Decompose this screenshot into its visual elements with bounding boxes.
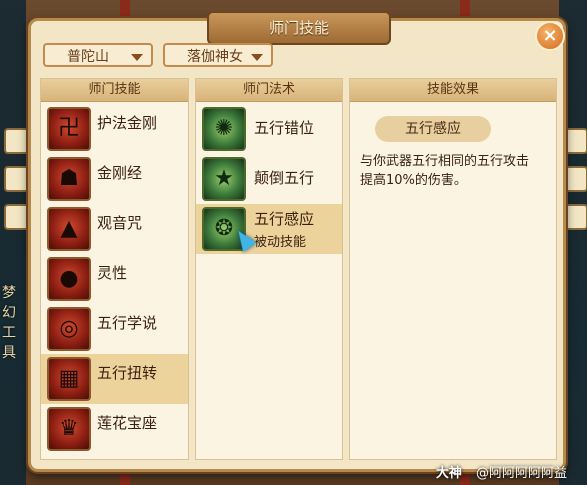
background-label: 幻 [2,305,16,321]
lotus-throne-icon: ♛ [47,407,91,451]
circle-sigil-icon: ◎ [47,307,91,351]
background-label: 工 [2,325,16,341]
skill-label: 五行学说 [97,314,158,332]
effect-skill-name: 五行感应 [375,116,491,142]
skill-label: 五行扭转 [97,364,158,382]
skill-label: 护法金刚 [97,114,158,132]
school-dropdown-value: 普陀山 [67,49,109,65]
role-dropdown-value: 落伽神女 [187,49,243,65]
swirl-ring-icon: ✺ [202,107,246,151]
school-dropdown[interactable]: 普陀山 [43,43,153,67]
spell-item-wuxing-cuowei[interactable]: ✺ 五行错位 [196,104,342,154]
skill-item-hufa-jingang[interactable]: 卍 护法金刚 [41,104,188,154]
skill-label: 莲花宝座 [97,414,158,432]
spell-item-diandao-wuxing[interactable]: ★ 颠倒五行 [196,154,342,204]
skill-item-wuxing-xueshuo[interactable]: ◎ 五行学说 [41,304,188,354]
skill-item-lianhua-baozuo[interactable]: ♛ 莲花宝座 [41,404,188,454]
skill-item-lingxing[interactable]: ● 灵性 [41,254,188,304]
spell-label: 五行错位 [254,119,315,137]
watermark-user: @阿阿阿阿阿益 [475,466,567,481]
vajra-icon: 卍 [47,107,91,151]
passive-skill-tag: 被动技能 [254,235,307,250]
background-label: 具 [2,345,16,361]
skill-item-guanyin-zhou[interactable]: ▲ 观音咒 [41,204,188,254]
effect-description: 与你武器五行相同的五行攻击 提高10%的伤害。 [360,152,556,190]
pagoda-icon: ▲ [47,207,91,251]
demon-mask-icon: ☗ [47,157,91,201]
skill-label: 金刚经 [97,164,143,182]
spell-label: 五行感应 [254,210,315,228]
close-icon[interactable]: × [535,21,565,51]
skills-window: 师门技能 × 普陀山 落伽神女 师门技能 卍 护法金刚 ☗ 金刚经 ▲ 观音咒 … [28,11,566,472]
school-spells-header: 师门法术 [196,79,342,102]
school-skills-column: 师门技能 卍 护法金刚 ☗ 金刚经 ▲ 观音咒 ● 灵性 ◎ 五行学说 ▦ 五行… [40,78,189,460]
head-silhouette-icon: ● [47,257,91,301]
effect-description-line: 与你武器五行相同的五行攻击 [360,154,530,169]
background-label: 梦 [2,285,16,301]
skill-item-jingang-jing[interactable]: ☗ 金刚经 [41,154,188,204]
school-spells-column: 师门法术 ✺ 五行错位 ★ 颠倒五行 ❂ 五行感应 被动技能 [195,78,343,460]
role-dropdown[interactable]: 落伽神女 [163,43,273,67]
skill-effect-column: 技能效果 五行感应 与你武器五行相同的五行攻击 提高10%的伤害。 [349,78,557,460]
watermark: 大神 @阿阿阿阿阿益 [436,462,567,481]
skill-effect-header: 技能效果 [350,79,556,102]
skill-label: 灵性 [97,264,128,282]
school-skills-header: 师门技能 [41,79,188,102]
skill-item-wuxing-niuzhuan[interactable]: ▦ 五行扭转 [41,354,188,404]
spell-item-wuxing-ganying[interactable]: ❂ 五行感应 被动技能 [196,204,342,254]
effect-description-line: 提高10%的伤害。 [360,173,467,188]
chevron-down-icon [251,54,263,61]
checker-orb-icon: ▦ [47,357,91,401]
window-title: 师门技能 [207,11,391,45]
spell-label: 颠倒五行 [254,169,315,187]
pentagram-icon: ★ [202,157,246,201]
watermark-brand: 大神 [435,466,462,481]
skill-label: 观音咒 [97,214,143,232]
chevron-down-icon [131,54,143,61]
